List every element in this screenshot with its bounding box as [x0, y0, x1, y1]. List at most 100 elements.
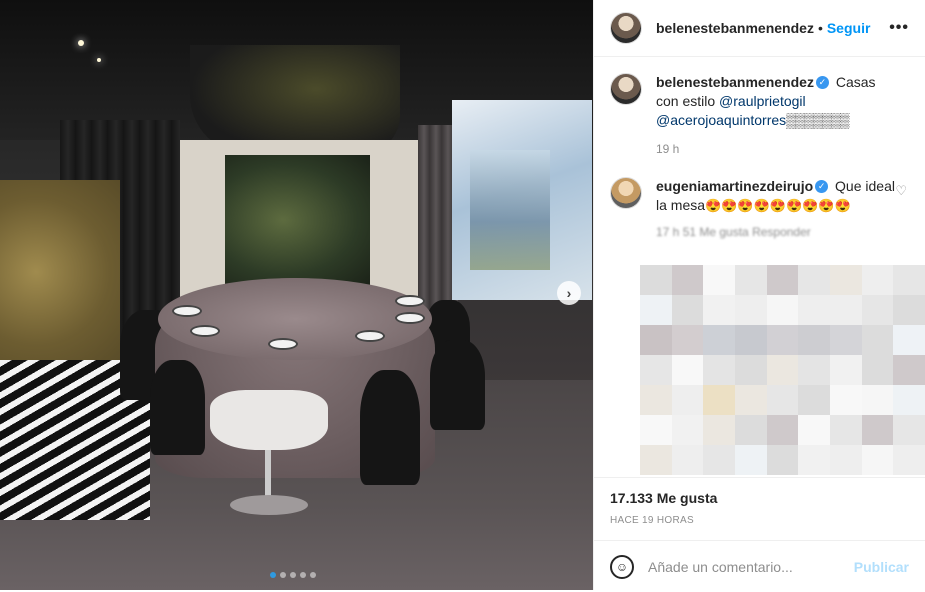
pixel-block	[734, 415, 767, 445]
verified-icon: ✓	[815, 179, 829, 193]
pixel-block	[671, 295, 704, 325]
pixel-block	[893, 265, 925, 295]
pixel-block	[640, 355, 672, 385]
next-photo-button[interactable]: ›	[557, 281, 581, 305]
avatar[interactable]	[610, 73, 642, 105]
pixel-block	[640, 385, 672, 415]
comment-composer: ☺ Publicar	[594, 540, 925, 592]
pixel-block	[829, 355, 862, 385]
pixel-block	[861, 385, 894, 415]
pixel-block	[829, 385, 862, 415]
caption-username[interactable]: belenestebanmenendez	[656, 74, 814, 90]
author-username[interactable]: belenestebanmenendez	[656, 20, 814, 36]
publish-button[interactable]: Publicar	[854, 559, 909, 575]
forest-painting	[225, 155, 370, 285]
pixel-block	[703, 325, 735, 355]
pixel-block	[766, 445, 799, 475]
pixel-block	[766, 385, 799, 415]
comment-meta: 17 h 51 Me gusta Responder	[656, 225, 811, 239]
post-photo[interactable]: ›	[0, 0, 593, 590]
comment-input[interactable]	[648, 558, 848, 575]
pixel-block	[798, 295, 830, 325]
more-options-icon[interactable]: •••	[889, 19, 909, 37]
likes-count[interactable]: 17.133 Me gusta	[610, 490, 717, 506]
pixel-block	[734, 295, 767, 325]
emoji-icon[interactable]: ☺	[610, 554, 634, 579]
avatar[interactable]	[610, 12, 642, 44]
pixel-block	[671, 355, 704, 385]
carousel-dot	[270, 572, 276, 578]
plate	[355, 330, 385, 342]
plate	[190, 325, 220, 337]
heart-icon[interactable]: ♡	[895, 183, 907, 199]
pixel-block	[829, 265, 862, 295]
caption-blocks: ▒▒▒▒▒▒▒	[786, 112, 849, 128]
pixel-block	[671, 415, 704, 445]
black-chair	[360, 370, 420, 485]
carousel-dot	[290, 572, 296, 578]
plate	[395, 312, 425, 324]
pixel-block	[829, 415, 862, 445]
comment-body: eugeniamartinezdeirujo ✓ Que ideal la mes…	[656, 177, 896, 215]
mention-link[interactable]: @raulprietogil	[719, 93, 806, 109]
window-view	[470, 150, 550, 270]
pixel-block	[766, 415, 799, 445]
carousel-dot	[310, 572, 316, 578]
black-chair	[430, 340, 485, 430]
plate	[268, 338, 298, 350]
pixel-block	[766, 295, 799, 325]
verified-icon: ✓	[815, 75, 829, 89]
pixel-block	[829, 295, 862, 325]
follow-button[interactable]: Seguir	[827, 20, 871, 36]
comment-username[interactable]: eugeniamartinezdeirujo	[656, 178, 813, 194]
pixel-block	[798, 325, 830, 355]
pixel-block	[734, 445, 767, 475]
post-footer: 17.133 Me gusta HACE 19 HORAS ☺ Publicar	[594, 477, 925, 590]
post-header: belenestebanmenendez • Seguir •••	[594, 0, 925, 57]
chevron-right-icon: ›	[566, 285, 572, 301]
plate	[395, 295, 425, 307]
pixel-block	[703, 265, 735, 295]
ceiling-light	[78, 40, 84, 46]
pixel-block	[671, 445, 704, 475]
caption-time: 19 h	[656, 142, 680, 156]
carousel-dot	[280, 572, 286, 578]
pixel-block	[734, 265, 767, 295]
pixel-block	[703, 385, 735, 415]
caption-body: belenestebanmenendez ✓ Casas con estilo @…	[656, 73, 896, 159]
avatar[interactable]	[610, 177, 642, 209]
pixel-block	[640, 445, 672, 475]
black-chair	[150, 360, 205, 455]
separator: •	[817, 20, 823, 36]
pixel-block	[766, 265, 799, 295]
pixel-block	[734, 325, 767, 355]
pixel-block	[861, 355, 894, 385]
pixel-block	[798, 355, 830, 385]
pixel-block	[798, 445, 830, 475]
pixel-block	[893, 295, 925, 325]
ceiling-light	[97, 58, 101, 62]
pixel-block	[766, 355, 799, 385]
carousel-dots	[270, 572, 316, 578]
table-top	[158, 278, 432, 360]
pixel-block	[893, 415, 925, 445]
pixel-block	[861, 445, 894, 475]
white-chair-base	[230, 495, 308, 515]
pixel-block	[640, 415, 672, 445]
pixel-block	[861, 295, 894, 325]
pixel-block	[703, 415, 735, 445]
pixel-block	[640, 325, 672, 355]
pixel-block	[640, 295, 672, 325]
caption: belenestebanmenendez ✓ Casas con estilo @…	[610, 73, 909, 159]
pixel-block	[703, 445, 735, 475]
pixel-block	[798, 415, 830, 445]
pixel-block	[671, 265, 704, 295]
pixel-block	[798, 385, 830, 415]
pixel-block	[861, 415, 894, 445]
pixel-block	[893, 355, 925, 385]
pixel-block	[766, 325, 799, 355]
pixel-block	[734, 355, 767, 385]
pixel-block	[640, 265, 672, 295]
mention-link[interactable]: @acerojoaquintorres	[656, 112, 786, 128]
pixel-block	[734, 385, 767, 415]
